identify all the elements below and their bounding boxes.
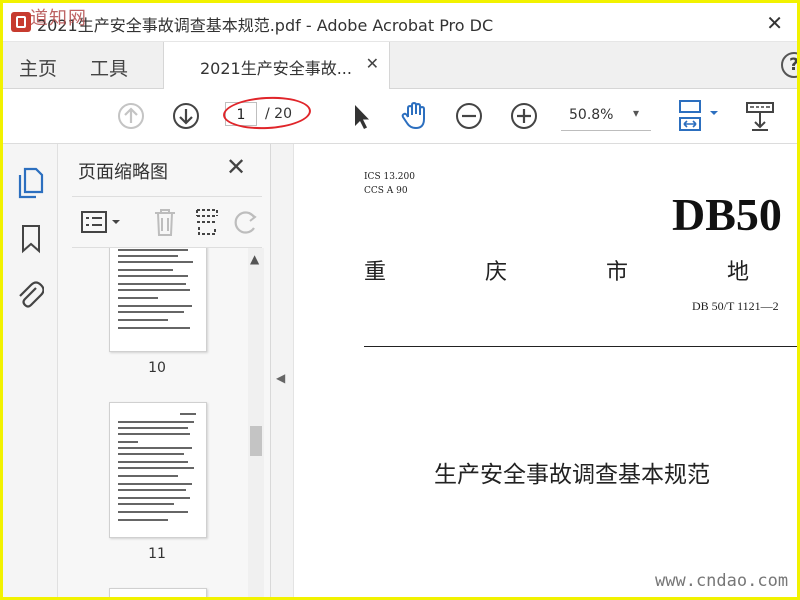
thumbnail-page-10[interactable] bbox=[109, 248, 207, 352]
thumbnail-label-11: 11 bbox=[148, 546, 166, 562]
tab-home[interactable]: 主页 bbox=[19, 54, 57, 81]
title-bar: 2021生产安全事故调查基本规范.pdf - Adobe Acrobat Pro… bbox=[3, 3, 797, 42]
acrobat-app-icon bbox=[11, 12, 31, 32]
window-close-button[interactable]: ✕ bbox=[766, 11, 783, 35]
chevron-left-icon[interactable]: ◀ bbox=[276, 371, 285, 385]
doc-standard-code: DB50 bbox=[672, 189, 782, 240]
arrow-down-icon[interactable] bbox=[171, 101, 201, 131]
attachment-icon[interactable] bbox=[16, 280, 44, 310]
doc-title: 生产安全事故调查基本规范 bbox=[434, 462, 710, 488]
thumbnail-options-icon[interactable] bbox=[80, 209, 124, 235]
insert-page-icon[interactable] bbox=[194, 207, 220, 237]
app-window: 2021生产安全事故调查基本规范.pdf - Adobe Acrobat Pro… bbox=[3, 3, 797, 597]
delete-icon[interactable] bbox=[152, 207, 178, 237]
doc-heading: 重 庆 市 地 方 标 bbox=[364, 260, 797, 285]
document-view[interactable]: ICS 13.200 CCS A 90 DB50 重 庆 市 地 方 标 DB … bbox=[294, 144, 797, 597]
fit-page-icon[interactable] bbox=[676, 99, 722, 133]
zoom-in-icon[interactable] bbox=[509, 101, 539, 131]
select-cursor-icon[interactable] bbox=[348, 102, 374, 130]
panel-collapse-strip[interactable]: ◀ bbox=[271, 144, 294, 597]
chevron-down-icon: ▾ bbox=[633, 106, 640, 120]
thumbnail-page-12[interactable] bbox=[109, 588, 207, 597]
tab-document[interactable]: 2021生产安全事故... ✕ bbox=[163, 42, 390, 89]
tab-bar: 主页 工具 2021生产安全事故... ✕ ? bbox=[3, 42, 797, 89]
tab-document-label: 2021生产安全事故... bbox=[200, 59, 352, 78]
hand-icon[interactable] bbox=[399, 100, 431, 132]
tab-tools[interactable]: 工具 bbox=[90, 54, 128, 81]
arrow-up-icon[interactable] bbox=[116, 101, 146, 131]
zoom-value: 50.8% bbox=[569, 107, 614, 123]
thumbnail-page-11[interactable] bbox=[109, 402, 207, 538]
scroll-mode-icon[interactable] bbox=[745, 99, 775, 133]
tab-document-close-button[interactable]: ✕ bbox=[366, 54, 379, 73]
bookmark-icon[interactable] bbox=[20, 224, 42, 254]
chevron-up-icon[interactable]: ▲ bbox=[250, 252, 259, 266]
scrollbar-thumb[interactable] bbox=[250, 426, 262, 456]
rotate-icon[interactable] bbox=[232, 207, 260, 237]
zoom-out-icon[interactable] bbox=[454, 101, 484, 131]
page-thumbnails-icon[interactable] bbox=[16, 166, 44, 200]
doc-ccs: CCS A 90 bbox=[364, 186, 408, 196]
footer-watermark: www.cndao.com bbox=[655, 571, 789, 591]
thumbnail-scrollbar[interactable]: ▲ bbox=[248, 248, 264, 597]
thumbnail-label-10: 10 bbox=[148, 360, 166, 376]
help-button[interactable]: ? bbox=[781, 52, 797, 78]
panel-title: 页面缩略图 bbox=[78, 162, 168, 183]
zoom-select[interactable]: 50.8% ▾ bbox=[561, 102, 651, 131]
thumbnail-panel: 页面缩略图 ✕ 10 11 ▲ bbox=[58, 144, 271, 597]
panel-toolbar bbox=[72, 196, 262, 248]
doc-number: DB 50/T 1121—2 bbox=[692, 299, 779, 313]
thumbnail-list: 10 11 bbox=[58, 248, 270, 597]
toolbar: 1 / 20 50.8% ▾ bbox=[3, 89, 797, 144]
left-rail bbox=[3, 144, 58, 597]
panel-close-button[interactable]: ✕ bbox=[226, 153, 246, 181]
doc-divider bbox=[364, 346, 797, 347]
window-title: 2021生产安全事故调查基本规范.pdf - Adobe Acrobat Pro… bbox=[37, 16, 494, 35]
doc-ics: ICS 13.200 bbox=[364, 172, 415, 182]
watermark-stamp: 道知网 bbox=[30, 8, 87, 29]
